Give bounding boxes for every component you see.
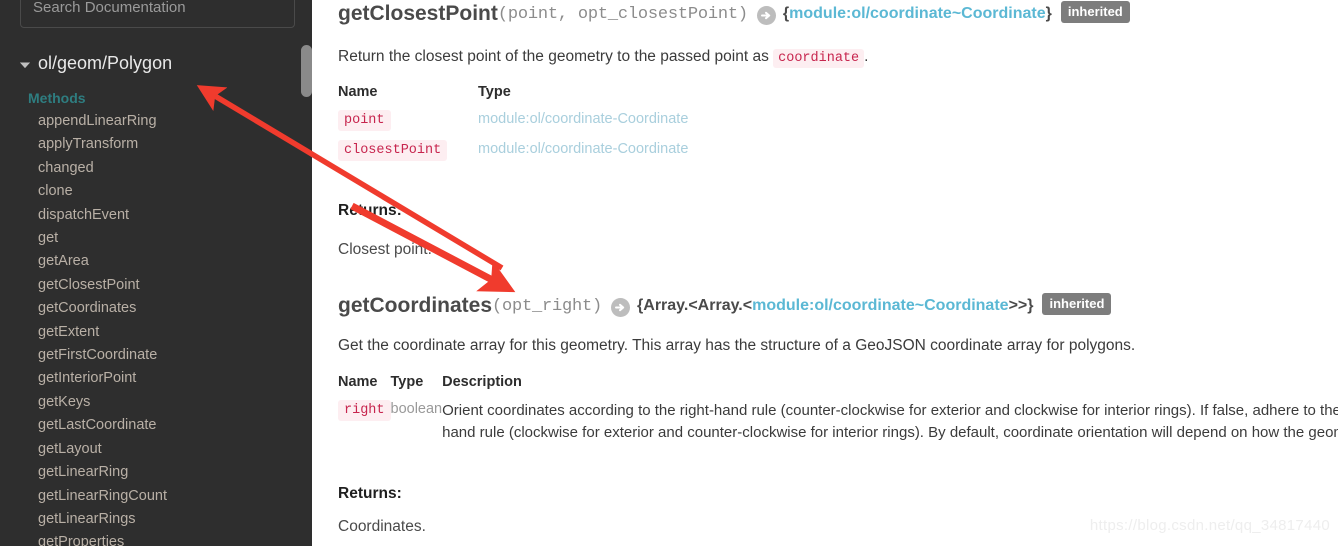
returns-value-getcoordinates: Coordinates. (338, 518, 426, 535)
sidebar-methods-heading: Methods (28, 90, 86, 106)
sidebar-item-dispatchevent[interactable]: dispatchEvent (0, 204, 300, 227)
sidebar-method-list: appendLinearRing applyTransform changed clo… (0, 110, 300, 546)
chevron-down-icon[interactable] (18, 58, 32, 72)
sidebar-item-getclosestpoint[interactable]: getClosestPoint (0, 274, 300, 297)
param-name-cell: right (338, 400, 391, 456)
param-type-cell: boolean (391, 400, 443, 456)
param-name: closestPoint (338, 140, 448, 161)
documentation-sidebar: ol/geom/Polygon Methods appendLinearRing… (0, 0, 312, 546)
sidebar-item-getlinearrings[interactable]: getLinearRings (0, 508, 300, 531)
table-row: closestPoint module:ol/coordinate-Coordi… (338, 140, 688, 170)
param-description-line: hand rule (clockwise for exterior and co… (442, 424, 1338, 441)
sidebar-item-getlinearring[interactable]: getLinearRing (0, 461, 300, 484)
params-table-getcoordinates: Name Type Description right boolean Orie… (338, 374, 1338, 456)
method-return-type: {module:ol/coordinate~Coordinate} (783, 5, 1052, 23)
search-box[interactable] (20, 0, 295, 28)
status-badge-inherited: inherited (1042, 293, 1112, 315)
sidebar-item-getinteriorpoint[interactable]: getInteriorPoint (0, 367, 300, 390)
method-return-type: {Array.<Array.<module:ol/coordinate~Coor… (637, 297, 1033, 315)
description-text: Return the closest point of the geometry… (338, 48, 774, 65)
column-header-type: Type (390, 374, 424, 390)
column-header-description: Description (442, 374, 522, 390)
inline-code: coordinate (773, 49, 865, 68)
status-badge-inherited: inherited (1060, 1, 1130, 23)
sidebar-item-getproperties[interactable]: getProperties (0, 531, 300, 546)
method-description-getclosestpoint: Return the closest point of the geometry… (338, 45, 868, 69)
param-name-cell: point (338, 110, 478, 140)
param-description-cell: Orient coordinates according to the righ… (442, 400, 1338, 456)
method-description-getcoordinates: Get the coordinate array for this geomet… (338, 337, 1136, 354)
documentation-content: getClosestPoint (point, opt_closestPoint… (312, 0, 1338, 546)
param-description-line: Orient coordinates according to the righ… (442, 402, 1338, 419)
return-type-open: {Array.<Array.< (637, 297, 753, 314)
table-header-row: Name Type Description (338, 374, 1338, 400)
param-type: boolean (390, 401, 443, 417)
param-type-link[interactable]: module:ol/coordinate-Coordinate (478, 111, 688, 127)
sidebar-item-getcoordinates[interactable]: getCoordinates (0, 297, 300, 320)
sidebar-item-applytransform[interactable]: applyTransform (0, 133, 300, 156)
sidebar-item-getfirstcoordinate[interactable]: getFirstCoordinate (0, 344, 300, 367)
return-type-link[interactable]: module:ol/coordinate~Coordinate (752, 297, 1008, 314)
table-header-row: Name Type (338, 84, 688, 110)
returns-label-getclosestpoint: Returns: (338, 202, 402, 219)
returns-value-getclosestpoint: Closest point. (338, 241, 432, 258)
sidebar-item-getarea[interactable]: getArea (0, 250, 300, 273)
param-type-cell: module:ol/coordinate-Coordinate (478, 140, 688, 170)
sidebar-item-appendlinearring[interactable]: appendLinearRing (0, 110, 300, 133)
method-params: (point, opt_closestPoint) (497, 4, 748, 24)
table-row: right boolean Orient coordinates accordi… (338, 400, 1338, 456)
return-type-close: >>} (1008, 297, 1034, 314)
circle-arrow-right-icon (611, 297, 631, 317)
param-type-cell: module:ol/coordinate-Coordinate (478, 110, 688, 140)
param-name: point (338, 110, 391, 131)
table-row: point module:ol/coordinate-Coordinate (338, 110, 688, 140)
params-table-getclosestpoint: Name Type point module:ol/coordinate-Coo… (338, 84, 688, 170)
param-name: right (338, 400, 391, 421)
sidebar-item-getextent[interactable]: getExtent (0, 321, 300, 344)
param-name-cell: closestPoint (338, 140, 478, 170)
sidebar-module-label: ol/geom/Polygon (38, 53, 173, 73)
column-header-name: Name (338, 374, 378, 390)
return-type-close: } (1045, 5, 1052, 22)
param-type-link[interactable]: module:ol/coordinate-Coordinate (478, 141, 688, 157)
watermark-text: https://blog.csdn.net/qq_34817440 (1089, 517, 1330, 534)
method-signature-getcoordinates: getCoordinates (opt_right) {Array.<Array… (338, 293, 1112, 318)
sidebar-item-changed[interactable]: changed (0, 157, 300, 180)
sidebar-module-header[interactable]: ol/geom/Polygon (18, 53, 172, 74)
description-suffix: . (864, 48, 869, 65)
column-header-type: Type (478, 84, 511, 100)
sidebar-item-getlastcoordinate[interactable]: getLastCoordinate (0, 414, 300, 437)
sidebar-scrollbar-thumb[interactable] (301, 45, 312, 97)
sidebar-item-getlayout[interactable]: getLayout (0, 438, 300, 461)
method-params: (opt_right) (492, 296, 603, 316)
method-name: getCoordinates (338, 294, 493, 317)
sidebar-item-clone[interactable]: clone (0, 180, 300, 203)
sidebar-item-get[interactable]: get (0, 227, 300, 250)
column-header-name: Name (338, 84, 378, 100)
method-signature-getclosestpoint: getClosestPoint (point, opt_closestPoint… (338, 1, 1130, 26)
search-input[interactable] (20, 0, 295, 28)
sidebar-item-getkeys[interactable]: getKeys (0, 391, 300, 414)
returns-label-getcoordinates: Returns: (338, 485, 402, 502)
sidebar-item-getlinearringcount[interactable]: getLinearRingCount (0, 485, 300, 508)
circle-arrow-right-icon (756, 5, 776, 25)
return-type-link[interactable]: module:ol/coordinate~Coordinate (789, 5, 1045, 22)
page-root: ol/geom/Polygon Methods appendLinearRing… (0, 0, 1338, 546)
method-name: getClosestPoint (338, 2, 498, 25)
